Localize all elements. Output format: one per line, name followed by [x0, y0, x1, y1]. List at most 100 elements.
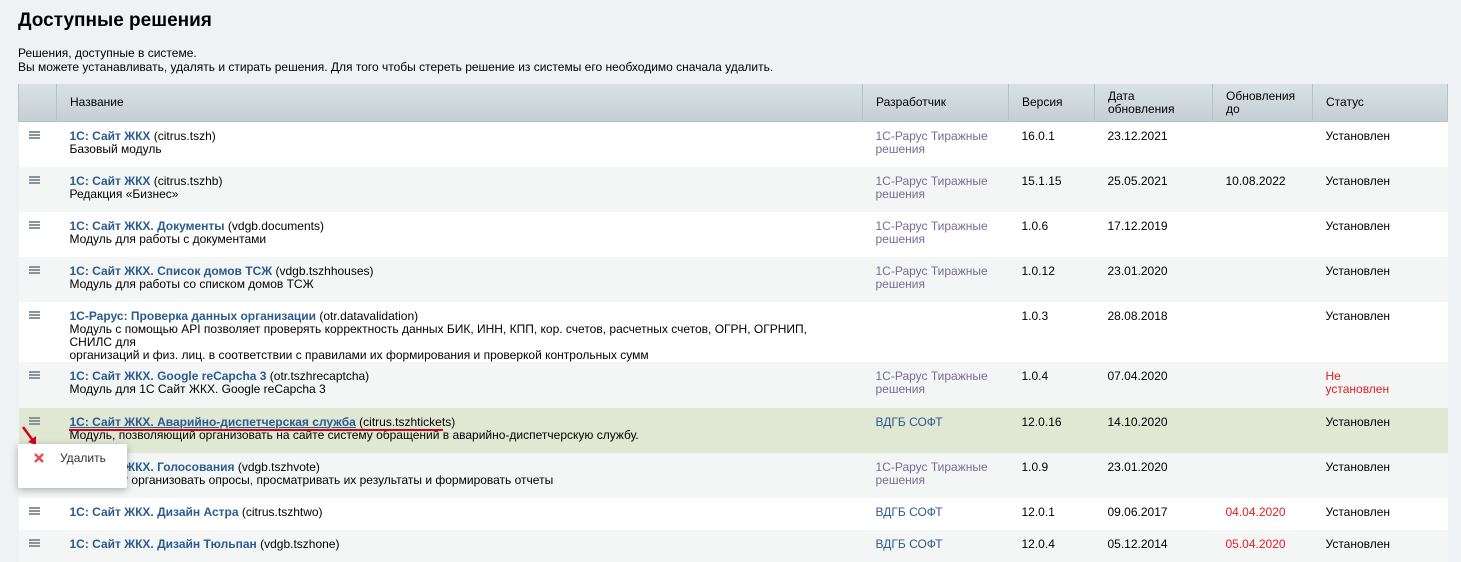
annotation-underline — [69, 429, 443, 431]
table-row[interactable]: 1С: Сайт ЖКХ (citrus.tszhb) Редакция «Биз… — [18, 166, 1448, 212]
solution-code: (vdgb.tszhhouses) — [275, 263, 374, 278]
row-menu-icon[interactable] — [28, 220, 40, 230]
solution-name-link[interactable]: 1С: Сайт ЖКХ. Дизайн Астра — [70, 505, 239, 519]
status: Установлен — [1313, 167, 1448, 188]
developer-line-1: 1С-Рарус Тиражные — [875, 129, 988, 143]
header-name[interactable]: Название — [56, 84, 863, 122]
solution-code: (vdgb.tszhone) — [260, 536, 340, 551]
table-row[interactable]: 1С: Сайт ЖКХ (citrus.tszh) Базовый модуль… — [18, 121, 1448, 167]
solution-name-link[interactable]: 1С: Сайт ЖКХ. Список домов ТСЖ — [70, 264, 273, 278]
solution-description: Модуль для 1С Сайт ЖКХ. Google reCapcha … — [69, 381, 326, 396]
status: Установлен — [1313, 530, 1448, 551]
solution-description: Позволяет организовать опросы, просматри… — [69, 472, 554, 487]
solution-code: (citrus.tszh) — [153, 129, 216, 143]
updates-until — [1213, 302, 1313, 310]
developer-line-2: решения — [875, 142, 925, 156]
updates-until: 04.04.2020 — [1225, 504, 1286, 519]
version: 1.0.4 — [1021, 368, 1049, 383]
version: 12.0.4 — [1021, 536, 1055, 551]
table-row[interactable]: 1С: Сайт ЖКХ. Голосования (vdgb.tszhvote… — [18, 452, 1448, 498]
status-line-1: Установлен — [1325, 173, 1391, 188]
status-line-1: Установлен — [1325, 218, 1391, 233]
table-header: Название Разработчик Версия Дата обновлен… — [18, 84, 1448, 122]
version: 1.0.9 — [1021, 459, 1049, 474]
developer-line-1: 1С-Рарус Тиражные — [875, 263, 988, 278]
status: Установлен — [1313, 257, 1448, 278]
solution-name-link[interactable]: 1С: Сайт ЖКХ. Аварийно-диспетчерская слу… — [70, 415, 356, 429]
status: Не установлен — [1313, 362, 1448, 396]
developer-link[interactable]: ВДГБ СОФТ — [876, 415, 943, 429]
header-developer[interactable]: Разработчик — [862, 84, 1009, 122]
row-menu-icon[interactable] — [28, 310, 40, 320]
row-menu-icon[interactable] — [28, 370, 40, 380]
update-date: 23.12.2021 — [1107, 129, 1168, 143]
table-row[interactable]: 1С-Рарус: Проверка данных организации (o… — [18, 301, 1448, 362]
solution-code: (otr.tszhrecaptcha) — [269, 368, 370, 383]
developer-line-2: решения — [875, 231, 925, 246]
delete-menu-item[interactable]: Удалить — [18, 444, 127, 472]
header-menu — [18, 84, 57, 122]
table-row[interactable]: 1С: Сайт ЖКХ. Google reCapcha 3 (otr.tsz… — [18, 361, 1448, 408]
developer-link[interactable]: ВДГБ СОФТ — [876, 505, 943, 519]
row-menu-icon[interactable] — [28, 131, 40, 140]
status: Установлен — [1313, 498, 1448, 519]
developer-line-1: ВДГБ СОФТ — [875, 536, 943, 551]
updates-until — [1213, 212, 1313, 220]
status: Установлен — [1313, 453, 1448, 474]
developer-link[interactable]: 1С-Рарус Тиражные решения — [876, 369, 988, 396]
description-line-2: Вы можете устанавливать, удалять и стира… — [18, 60, 774, 74]
status-line-1: Установлен — [1325, 504, 1391, 519]
solution-name-link[interactable]: 1С: Сайт ЖКХ — [70, 129, 151, 143]
solution-code: (otr.datavalidation) — [319, 308, 419, 323]
header-date[interactable]: Дата обновления — [1094, 84, 1213, 122]
version: 12.0.16 — [1021, 414, 1062, 429]
developer-line-2: решения — [875, 472, 925, 487]
solution-name-link[interactable]: 1С: Сайт ЖКХ — [70, 174, 151, 188]
status-line-1: Установлен — [1325, 459, 1391, 474]
row-menu-icon[interactable] — [28, 538, 40, 548]
solution-code: (vdgb.documents) — [227, 218, 324, 233]
solution-name-link[interactable]: 1С: Сайт ЖКХ. Документы — [70, 219, 225, 233]
page-title: Доступные решения — [18, 10, 212, 31]
row-menu-icon[interactable] — [28, 265, 40, 275]
update-date: 09.06.2017 — [1107, 504, 1168, 519]
annotation-arrow — [21, 426, 36, 445]
developer-link[interactable]: 1С-Рарус Тиражные решения — [876, 264, 988, 291]
header-version[interactable]: Версия — [1008, 84, 1095, 122]
developer-line-1: 1С-Рарус Тиражные — [875, 368, 988, 383]
developer-link[interactable]: ВДГБ СОФТ — [876, 537, 943, 551]
delete-label: Удалить — [60, 451, 106, 465]
delete-x-icon — [34, 453, 44, 463]
solution-code: (vdgb.tszhvote) — [237, 459, 320, 474]
table-row[interactable]: 1С: Сайт ЖКХ. Документы (vdgb.documents)… — [18, 211, 1448, 257]
solution-name-link[interactable]: 1С-Рарус: Проверка данных организации — [70, 309, 317, 323]
update-date: 23.01.2020 — [1107, 263, 1168, 278]
header-updates-until[interactable]: Обновления до — [1212, 84, 1313, 122]
solution-code: (citrus.tszhtwo) — [241, 504, 323, 519]
developer-link[interactable]: 1С-Рарус Тиражные решения — [876, 460, 988, 487]
solution-description: Редакция «Бизнес» — [69, 186, 179, 201]
header-until-l2: до — [1226, 101, 1240, 116]
status-line-1: Установлен — [1325, 263, 1391, 278]
developer-line-1: 1С-Рарус Тиражные — [875, 218, 988, 233]
developer-link[interactable]: 1С-Рарус Тиражные решения — [876, 219, 988, 246]
updates-until — [1213, 362, 1313, 370]
solution-name-link[interactable]: 1С: Сайт ЖКХ. Google reCapcha 3 — [70, 369, 267, 383]
table-row[interactable]: 1С: Сайт ЖКХ. Дизайн Астра (citrus.tszht… — [18, 497, 1448, 530]
header-status[interactable]: Статус — [1312, 84, 1448, 122]
developer-link[interactable]: 1С-Рарус Тиражные решения — [876, 129, 988, 156]
row-menu-icon[interactable] — [28, 175, 40, 185]
solution-code: (citrus.tszhtickets) — [359, 414, 456, 429]
update-date: 14.10.2020 — [1107, 414, 1168, 429]
update-date: 17.12.2019 — [1107, 218, 1168, 233]
update-date: 28.08.2018 — [1107, 308, 1168, 323]
solution-name-link[interactable]: 1С: Сайт ЖКХ. Дизайн Тюльпан — [70, 537, 257, 551]
row-menu-icon[interactable] — [28, 506, 40, 516]
updates-until — [1213, 408, 1313, 416]
version: 1.0.3 — [1021, 308, 1049, 323]
table-row[interactable]: 1С: Сайт ЖКХ. Дизайн Тюльпан (vdgb.tszho… — [18, 529, 1448, 562]
solution-code: (citrus.tszhb) — [153, 173, 223, 188]
header-date-l1: Дата — [1108, 88, 1135, 103]
developer-link[interactable]: 1С-Рарус Тиражные решения — [876, 174, 988, 201]
table-row[interactable]: 1С: Сайт ЖКХ. Список домов ТСЖ (vdgb.tsz… — [18, 256, 1448, 302]
